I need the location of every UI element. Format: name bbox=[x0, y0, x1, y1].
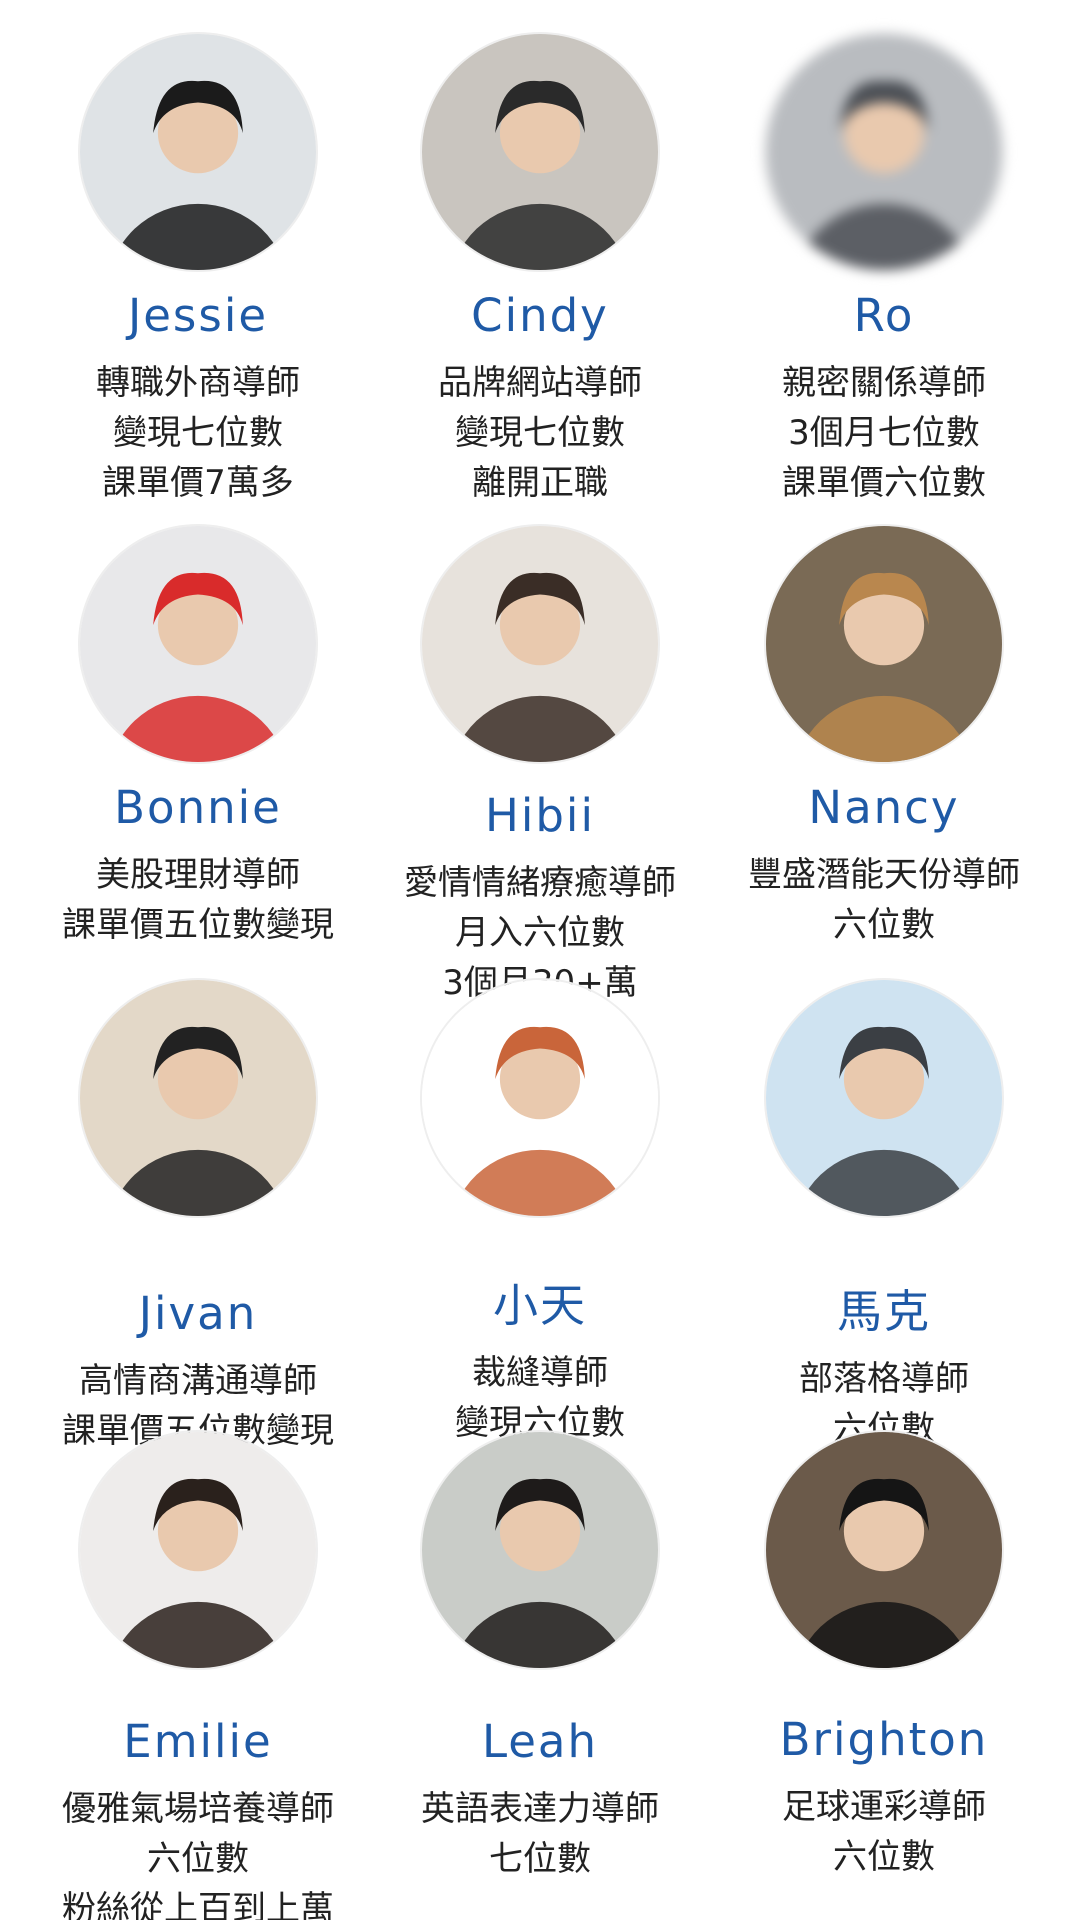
mentor-name: 小天 bbox=[492, 1279, 587, 1332]
avatar bbox=[766, 1432, 1002, 1668]
mentor-achievement-line: 美股理財導師 bbox=[96, 855, 300, 895]
mentor-name: Leah bbox=[481, 1715, 599, 1768]
mentor-achievement-line: 六位數 bbox=[833, 1837, 935, 1877]
mentor-name: Bonnie bbox=[114, 781, 282, 834]
mentor-description: 美股理財導師 課單價五位數變現 bbox=[18, 850, 378, 950]
avatar bbox=[422, 34, 658, 270]
mentor-achievement-line: 英語表達力導師 bbox=[421, 1789, 659, 1829]
mentor-achievement-line: 裁縫導師 bbox=[472, 1353, 608, 1393]
mentor-name: Cindy bbox=[471, 289, 609, 342]
mentor-name: Brighton bbox=[779, 1713, 989, 1766]
mentor-achievement-line: 部落格導師 bbox=[799, 1359, 969, 1399]
avatar bbox=[80, 34, 316, 270]
illustration-avatar-icon bbox=[422, 980, 658, 1216]
mentor-achievement-line: 轉職外商導師 bbox=[96, 363, 300, 403]
mentor-description: 足球運彩導師 六位數 bbox=[704, 1782, 1064, 1882]
mentor-achievement-line: 親密關係導師 bbox=[782, 363, 986, 403]
mentor-achievement-line: 3個月七位數 bbox=[788, 413, 980, 453]
mentor-achievement-line: 變現七位數 bbox=[113, 413, 283, 453]
mentor-card: Bonnie 美股理財導師 課單價五位數變現 bbox=[18, 526, 378, 950]
mentor-achievement-line: 課單價六位數 bbox=[782, 463, 986, 503]
person-photo-icon bbox=[766, 1432, 1002, 1668]
mentor-achievement-line: 六位數 bbox=[147, 1839, 249, 1879]
mentor-description: 豐盛潛能天份導師 六位數 bbox=[704, 850, 1064, 950]
mentor-name: Nancy bbox=[808, 781, 960, 834]
mentor-card: Emilie 優雅氣場培養導師 六位數粉絲從上百到上萬 bbox=[18, 1432, 378, 1920]
mentor-achievement-line: 課單價7萬多 bbox=[102, 463, 294, 503]
mentor-name: Jivan bbox=[138, 1287, 258, 1340]
mentor-description: 英語表達力導師 七位數 bbox=[360, 1784, 720, 1884]
person-photo-icon bbox=[80, 1432, 316, 1668]
mentor-card: Nancy 豐盛潛能天份導師 六位數 bbox=[704, 526, 1064, 950]
mentor-card: Jessie 轉職外商導師 變現七位數課單價7萬多 bbox=[18, 34, 378, 508]
mentor-card: Cindy 品牌網站導師 變現七位數離開正職 bbox=[360, 34, 720, 508]
mentor-achievement-line: 變現七位數 bbox=[455, 413, 625, 453]
mentor-name: Hibii bbox=[485, 789, 595, 842]
person-photo-icon bbox=[422, 1432, 658, 1668]
person-photo-icon bbox=[80, 526, 316, 762]
mentor-achievement-line: 豐盛潛能天份導師 bbox=[748, 855, 1020, 895]
avatar bbox=[80, 526, 316, 762]
mentor-name: Ro bbox=[853, 289, 915, 342]
person-photo-icon bbox=[422, 526, 658, 762]
mentor-name: Emilie bbox=[123, 1715, 273, 1768]
mentor-name: Jessie bbox=[127, 289, 269, 342]
person-photo-icon bbox=[80, 34, 316, 270]
mentor-achievement-line: 離開正職 bbox=[472, 463, 608, 503]
person-photo-icon bbox=[766, 980, 1002, 1216]
mentor-achievement-line: 優雅氣場培養導師 bbox=[62, 1789, 334, 1829]
avatar bbox=[80, 980, 316, 1216]
avatar bbox=[766, 980, 1002, 1216]
avatar bbox=[422, 526, 658, 762]
avatar bbox=[422, 980, 658, 1216]
mentor-achievement-line: 課單價五位數變現 bbox=[62, 905, 334, 945]
mentor-achievement-line: 足球運彩導師 bbox=[782, 1787, 986, 1827]
person-photo-icon bbox=[422, 34, 658, 270]
mentor-card: Ro 親密關係導師 3個月七位數 課單價六位數 bbox=[704, 34, 1064, 508]
mentor-achievement-line: 愛情情緒療癒導師 bbox=[404, 863, 676, 903]
mentor-card: 小天 裁縫導師 變現六位數 bbox=[360, 980, 720, 1448]
mentor-achievement-line: 七位數 bbox=[489, 1839, 591, 1879]
blurred-photo-icon bbox=[766, 34, 1002, 270]
person-photo-icon bbox=[80, 980, 316, 1216]
mentor-card: Hibii愛情情緒療癒導師月入六位數3個月30+萬 bbox=[360, 526, 720, 1008]
avatar bbox=[766, 526, 1002, 762]
mentor-grid: Jessie 轉職外商導師 變現七位數 課單價7萬多 Cindy 品牌網站導師 變現七位數離… bbox=[0, 0, 1080, 1920]
avatar bbox=[80, 1432, 316, 1668]
mentor-achievement-line: 月入六位數 bbox=[455, 913, 625, 953]
avatar bbox=[422, 1432, 658, 1668]
avatar bbox=[766, 34, 1002, 270]
mentor-achievement-line: 粉絲從上百到上萬 bbox=[62, 1889, 334, 1920]
mentor-achievement-line: 六位數 bbox=[833, 905, 935, 945]
mentor-description: 優雅氣場培養導師 六位數粉絲從上百到上萬 bbox=[18, 1784, 378, 1920]
mentor-description: 轉職外商導師 變現七位數課單價7萬多 bbox=[18, 358, 378, 508]
mentor-achievement-line: 品牌網站導師 bbox=[438, 363, 642, 403]
mentor-name: 馬克 bbox=[836, 1285, 931, 1338]
person-photo-icon bbox=[766, 526, 1002, 762]
mentor-card: Leah 英語表達力導師 七位數 bbox=[360, 1432, 720, 1884]
mentor-card: 馬克 部落格導師 六位數 bbox=[704, 980, 1064, 1454]
mentor-description: 親密關係導師 3個月七位數 課單價六位數 bbox=[704, 358, 1064, 508]
mentor-achievement-line: 高情商溝通導師 bbox=[79, 1361, 317, 1401]
mentor-card: Jivan 高情商溝通導師 課單價五位數變現 bbox=[18, 980, 378, 1456]
mentor-description: 品牌網站導師 變現七位數離開正職 bbox=[360, 358, 720, 508]
mentor-card: Brighton 足球運彩導師 六位數 bbox=[704, 1432, 1064, 1882]
